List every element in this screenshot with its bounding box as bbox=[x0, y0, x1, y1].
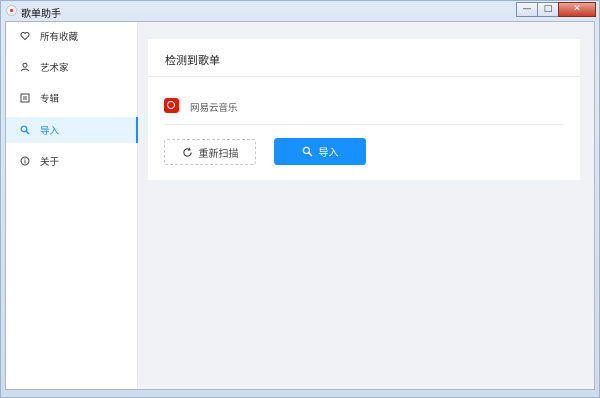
window-title: 歌单助手 bbox=[21, 9, 61, 20]
refresh-icon bbox=[182, 147, 193, 158]
minimize-button[interactable]: — bbox=[516, 2, 538, 17]
app-window: 歌单助手 — □ ✕ 所有收藏 艺术家 专辑 导入 关于 检测到歌单 网易云音乐… bbox=[0, 0, 600, 398]
user-icon bbox=[20, 62, 30, 72]
detected-playlists-card: 检测到歌单 网易云音乐 重新扫描 导入 bbox=[148, 39, 580, 180]
sidebar-item-artists[interactable]: 艺术家 bbox=[6, 54, 137, 80]
rescan-button[interactable]: 重新扫描 bbox=[164, 139, 256, 165]
sidebar-item-albums[interactable]: 专辑 bbox=[6, 85, 137, 111]
window-controls: — □ ✕ bbox=[516, 2, 596, 18]
app-icon bbox=[6, 5, 17, 16]
sidebar-item-import[interactable]: 导入 bbox=[6, 117, 138, 143]
active-indicator bbox=[136, 117, 138, 143]
import-button-label: 导入 bbox=[318, 148, 339, 159]
sidebar-item-favorites[interactable]: 所有收藏 bbox=[6, 23, 137, 49]
sidebar-item-label: 所有收藏 bbox=[40, 32, 79, 43]
sidebar-item-label: 关于 bbox=[40, 157, 60, 168]
search-icon bbox=[302, 146, 313, 157]
rescan-button-label: 重新扫描 bbox=[198, 148, 239, 160]
album-icon bbox=[20, 93, 30, 103]
search-icon bbox=[20, 125, 30, 135]
card-title: 检测到歌单 bbox=[165, 54, 220, 67]
divider bbox=[164, 124, 564, 125]
sidebar-item-label: 艺术家 bbox=[40, 63, 69, 74]
close-button[interactable]: ✕ bbox=[558, 2, 596, 17]
heart-icon bbox=[20, 31, 30, 41]
sidebar-item-label: 导入 bbox=[40, 126, 60, 137]
import-button[interactable]: 导入 bbox=[274, 138, 366, 165]
sidebar-item-label: 专辑 bbox=[40, 94, 60, 105]
divider bbox=[148, 76, 580, 77]
source-name: 网易云音乐 bbox=[190, 103, 238, 114]
client-area: 所有收藏 艺术家 专辑 导入 关于 检测到歌单 网易云音乐 重新扫描 导入 bbox=[5, 21, 595, 390]
sidebar: 所有收藏 艺术家 专辑 导入 关于 bbox=[6, 22, 138, 389]
info-icon bbox=[20, 156, 30, 166]
source-item[interactable]: 网易云音乐 bbox=[164, 97, 564, 117]
title-bar[interactable]: 歌单助手 — □ ✕ bbox=[1, 1, 599, 21]
sidebar-item-about[interactable]: 关于 bbox=[6, 148, 137, 174]
maximize-button[interactable]: □ bbox=[537, 2, 559, 17]
netease-music-icon bbox=[164, 98, 179, 113]
